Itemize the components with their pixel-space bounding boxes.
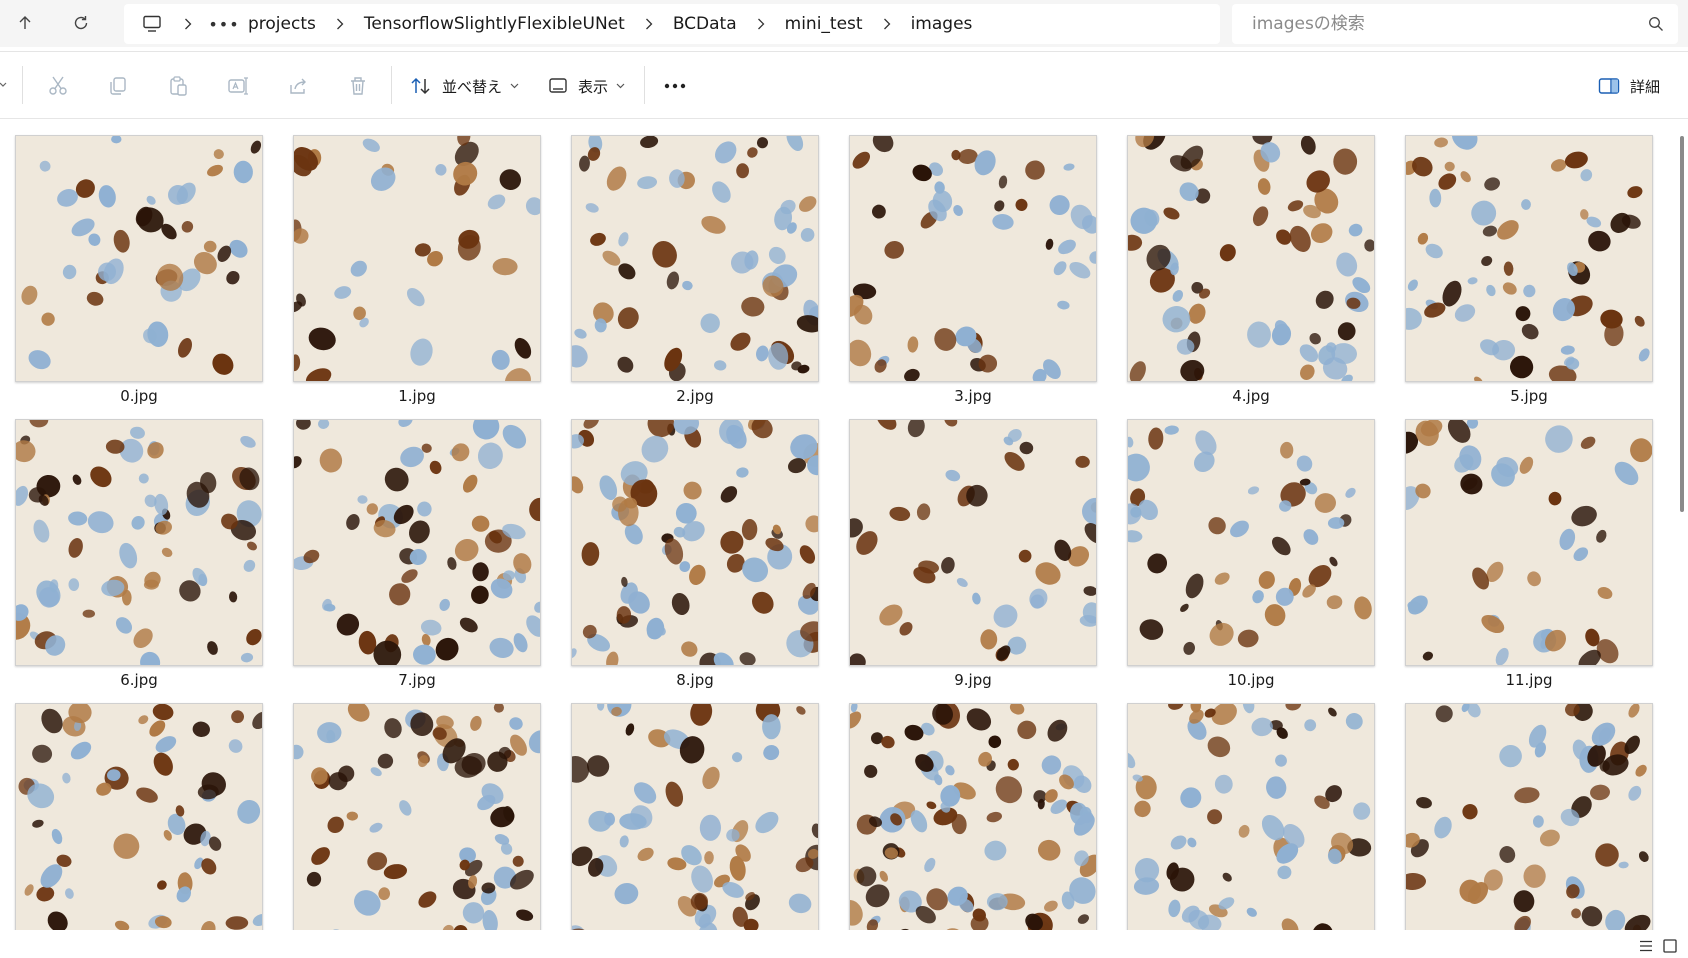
divider [391,66,392,104]
chevron-down-icon [616,83,625,89]
image-thumbnail [1127,135,1375,382]
file-name: 2.jpg [676,387,714,405]
view-button[interactable]: 表示 [548,71,625,101]
file-name: 9.jpg [954,671,992,689]
large-icons-view-icon[interactable] [1662,938,1678,954]
divider [644,66,645,104]
file-name: 7.jpg [398,671,436,689]
image-thumbnail [1405,703,1653,930]
image-thumbnail [571,419,819,666]
cell-nucleus [203,240,217,253]
file-name: 10.jpg [1227,671,1275,689]
details-pane-icon [1598,78,1620,94]
file-name: 3.jpg [954,387,992,405]
file-name: 0.jpg [120,387,158,405]
chevron-right-icon [170,18,206,30]
cell-nucleus [82,609,96,618]
breadcrumb-item-images[interactable]: images [905,14,979,34]
image-thumbnail [1127,703,1375,930]
cell-nucleus [462,902,485,924]
cut-icon[interactable] [44,72,72,100]
image-thumbnail [849,135,1097,382]
delete-icon[interactable] [344,72,372,100]
vertical-scrollbar[interactable] [1678,122,1686,930]
view-icon [549,78,567,93]
chevron-down-icon[interactable] [0,80,8,90]
breadcrumb-item-projects[interactable]: projects [242,14,322,34]
image-thumbnail [1405,135,1653,382]
rename-icon[interactable] [224,72,252,100]
divider [22,66,23,104]
file-name: 4.jpg [1232,387,1270,405]
image-thumbnail [1405,419,1653,666]
share-icon[interactable] [284,72,312,100]
file-name: 6.jpg [120,671,158,689]
image-thumbnail [571,135,819,382]
image-thumbnail [571,703,819,930]
image-thumbnail [15,135,263,382]
chevron-right-icon [869,18,905,30]
breadcrumb-item-tensorflow[interactable]: TensorflowSlightlyFlexibleUNet [358,14,631,34]
search-icon[interactable] [1648,16,1664,32]
image-thumbnail [293,419,541,666]
address-bar-row: ••• projects TensorflowSlightlyFlexibleU… [0,0,1688,47]
image-thumbnail [293,703,541,930]
file-name: 1.jpg [398,387,436,405]
cell-nucleus [762,714,781,740]
details-button[interactable]: 詳細 [1598,71,1660,101]
image-thumbnail [15,703,263,930]
chevron-down-icon [510,83,519,89]
file-grid: 0.jpg 1.jpg 2.jpg 3.jpg 4.jpg 5.jpg 6.jp… [0,119,1676,930]
command-bar: 並べ替え 表示 詳細 [0,52,1688,119]
image-thumbnail [293,135,541,382]
search-input[interactable] [1250,13,1634,35]
file-name: 8.jpg [676,671,714,689]
paste-icon[interactable] [164,72,192,100]
breadcrumb-item-mini-test[interactable]: mini_test [779,14,869,34]
details-view-icon[interactable] [1638,938,1654,954]
chevron-right-icon [322,18,358,30]
sort-button[interactable]: 並べ替え [410,71,519,101]
file-name: 11.jpg [1505,671,1553,689]
up-icon[interactable] [8,6,42,40]
computer-icon[interactable] [134,4,170,44]
image-thumbnail [15,419,263,666]
breadcrumb-item-bcdata[interactable]: BCData [667,14,743,34]
search-box[interactable] [1232,4,1678,44]
file-name: 5.jpg [1510,387,1548,405]
chevron-right-icon [631,18,667,30]
status-bar [0,930,1688,958]
chevron-right-icon [743,18,779,30]
scrollbar-thumb[interactable] [1680,136,1684,512]
image-thumbnail [1127,419,1375,666]
breadcrumb[interactable]: ••• projects TensorflowSlightlyFlexibleU… [124,4,1220,44]
more-horizontal-icon[interactable]: ••• [206,15,242,34]
details-label: 詳細 [1630,77,1661,96]
image-thumbnail [849,419,1097,666]
image-thumbnail [849,703,1097,930]
sort-label: 並べ替え [442,77,503,96]
view-label: 表示 [578,77,609,96]
copy-icon[interactable] [104,72,132,100]
more-options-icon[interactable] [660,74,690,98]
cell-nucleus [616,606,632,624]
sort-icon [411,77,430,95]
refresh-icon[interactable] [64,6,98,40]
